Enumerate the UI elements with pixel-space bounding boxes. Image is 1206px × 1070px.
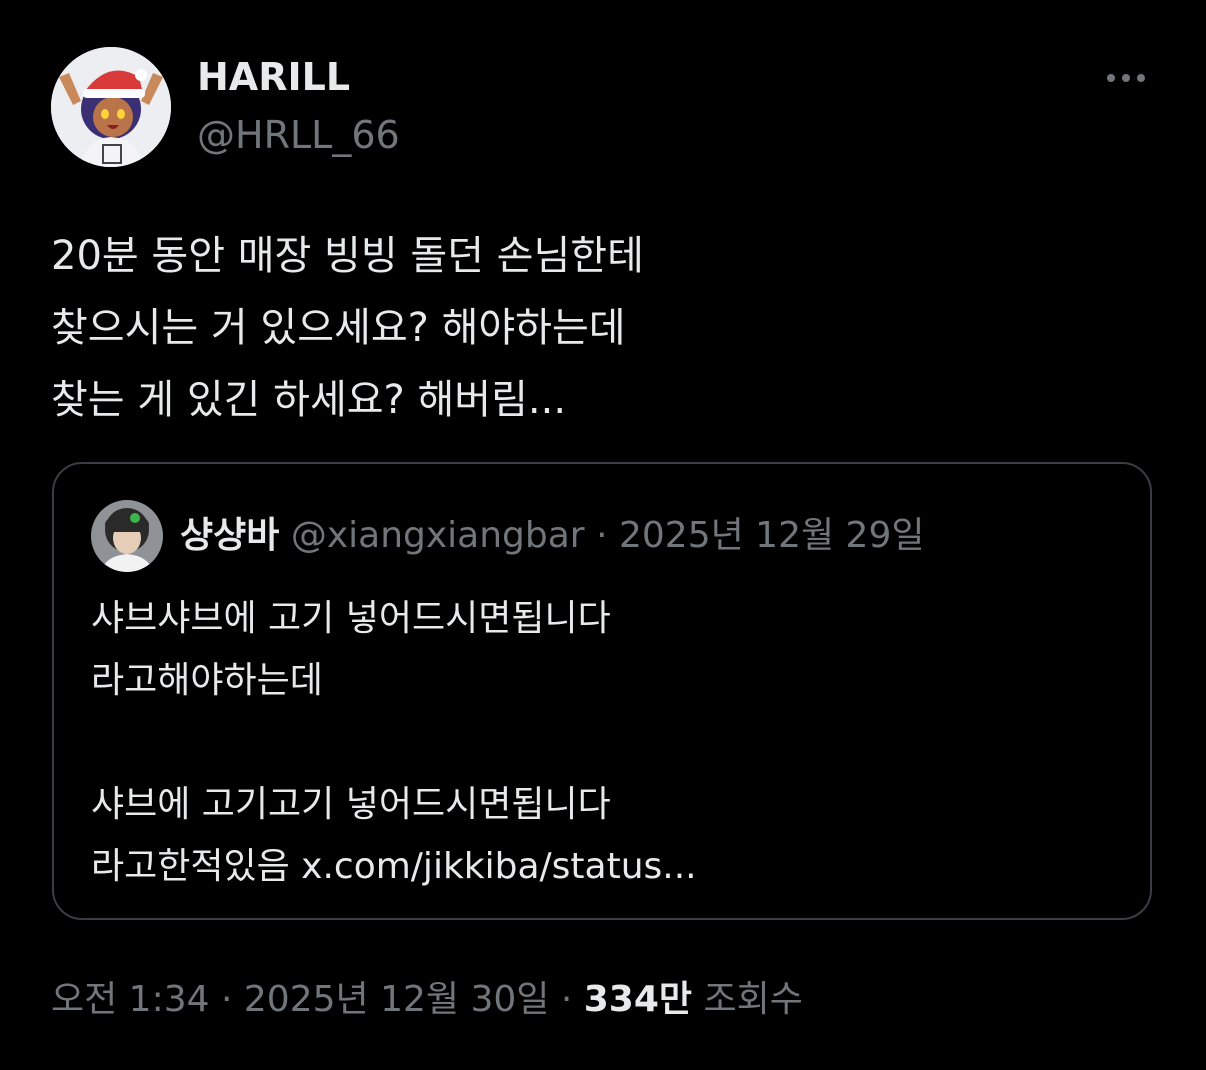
meta-separator: · (560, 979, 573, 1020)
meta-separator: · (220, 979, 233, 1020)
tweet-text: 20분 동안 매장 빙빙 돌던 손님한테 찾으시는 거 있으세요? 해야하는데 … (51, 220, 1151, 436)
quoted-header-separator: · (596, 515, 608, 556)
quoted-tweet-date: 2025년 12월 29일 (618, 515, 925, 556)
tweet-time[interactable]: 오전 1:34 (51, 979, 210, 1020)
quoted-tweet-card[interactable]: 샹샹바 @xiangxiangbar · 2025년 12월 29일 샤브샤브에… (52, 462, 1152, 920)
author-avatar[interactable] (51, 47, 171, 167)
author-display-name[interactable]: HARILL (197, 54, 350, 100)
tweet-text-line: 찾는 게 있긴 하세요? 해버림... (51, 377, 567, 423)
more-horizontal-icon-dot (1137, 74, 1145, 82)
quoted-author-avatar[interactable] (91, 500, 163, 572)
author-handle[interactable]: @HRLL_66 (197, 112, 400, 158)
anime-character-avatar-icon (51, 47, 171, 167)
quoted-text-line: 샤브샤브에 고기 넣어드시면됩니다 (91, 598, 611, 639)
more-options-button[interactable] (1098, 60, 1154, 96)
tweet-metadata: 오전 1:34 · 2025년 12월 30일 · 334만 조회수 (51, 972, 803, 1028)
more-horizontal-icon-dot (1122, 74, 1130, 82)
quoted-author-handle[interactable]: @xiangxiangbar (291, 515, 585, 556)
tweet: HARILL @HRLL_66 20분 동안 매장 빙빙 돌던 손님한테 찾으시… (0, 0, 1206, 1070)
quoted-tweet-text: 샤브샤브에 고기 넣어드시면됩니다 라고해야하는데 샤브에 고기고기 넣어드시면… (91, 588, 1111, 898)
tweet-text-line: 찾으시는 거 있으세요? 해야하는데 (51, 305, 626, 351)
quoted-text-line: 라고해야하는데 (91, 660, 323, 701)
views-count: 334만 (583, 979, 693, 1020)
views-label: 조회수 (703, 979, 803, 1020)
quoted-text-line: 라고한적있음 x.com/jikkiba/status... (91, 836, 1111, 898)
person-photo-avatar-icon (91, 500, 163, 572)
quoted-text-line-start: 라고한적있음 (91, 846, 302, 887)
quoted-tweet-header: 샹샹바 @xiangxiangbar · 2025년 12월 29일 (180, 514, 924, 558)
tweet-text-line: 20분 동안 매장 빙빙 돌던 손님한테 (51, 233, 644, 279)
quoted-text-line (91, 712, 1111, 774)
tweet-date[interactable]: 2025년 12월 30일 (244, 979, 549, 1020)
quoted-tweet-link[interactable]: x.com/jikkiba/status... (301, 846, 696, 887)
more-horizontal-icon (1107, 74, 1115, 82)
quoted-text-line: 샤브에 고기고기 넣어드시면됩니다 (91, 784, 611, 825)
quoted-author-display-name[interactable]: 샹샹바 (180, 515, 279, 556)
